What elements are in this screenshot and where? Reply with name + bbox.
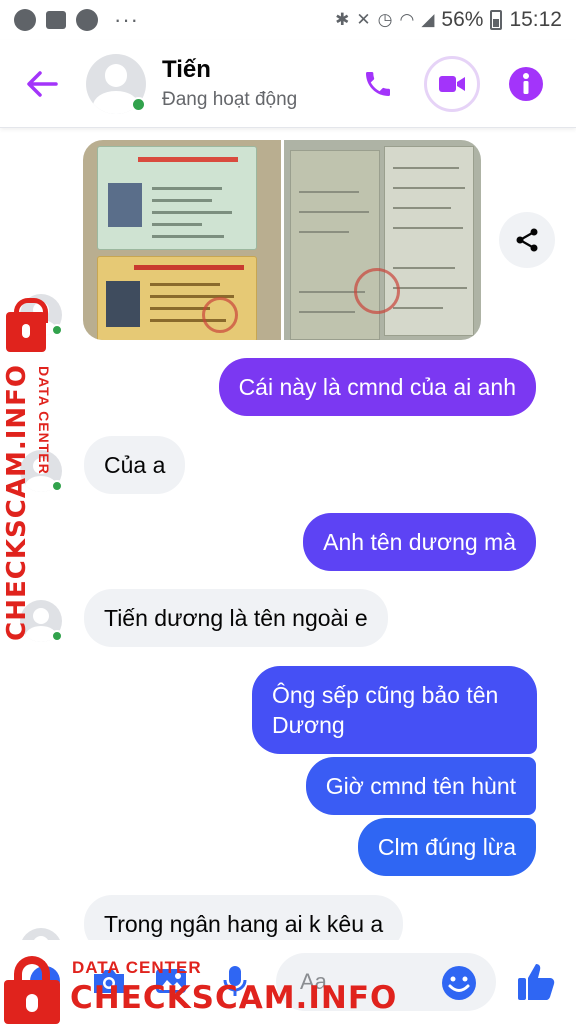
- household-book-right: [384, 146, 474, 336]
- video-camera-icon: [439, 75, 465, 92]
- sender-avatar[interactable]: [20, 928, 62, 940]
- info-button[interactable]: [498, 56, 554, 112]
- battery-percent: 56%: [441, 8, 484, 31]
- photo-household-book[interactable]: [284, 140, 481, 340]
- battery-icon: [490, 10, 503, 30]
- watermark-side: CHECKSCAM.INFO DATA CENTER: [2, 298, 60, 641]
- message-bubble-outgoing[interactable]: Anh tên dương mà: [303, 513, 536, 571]
- message-bubble-outgoing[interactable]: Cái này là cmnd của ai anh: [218, 358, 536, 416]
- share-icon: [516, 228, 538, 252]
- photo-attachment[interactable]: [83, 140, 481, 340]
- more-actions-button[interactable]: [18, 954, 72, 1008]
- account-icon: [14, 9, 36, 31]
- back-button[interactable]: [12, 54, 72, 114]
- alarm-icon: ◷: [377, 10, 393, 29]
- message-bubble-outgoing[interactable]: Ông sếp cũng bảo tên Dương: [252, 666, 537, 754]
- gallery-button[interactable]: [144, 954, 198, 1008]
- image-notification-icon: [46, 11, 66, 29]
- voice-button[interactable]: [208, 954, 262, 1008]
- share-button[interactable]: [499, 212, 555, 268]
- like-button[interactable]: [512, 958, 560, 1006]
- camera-button[interactable]: [82, 954, 136, 1008]
- arrow-left-icon: [27, 70, 58, 97]
- conversation-header: Tiến Đang hoạt động: [0, 40, 576, 128]
- signal-icon: ◢: [421, 10, 435, 29]
- video-call-button[interactable]: [424, 55, 480, 112]
- watermark-side-text: CHECKSCAM.INFO: [2, 364, 32, 641]
- contact-status: Đang hoạt động: [162, 89, 298, 110]
- microphone-icon: [223, 966, 247, 996]
- message-bubble-incoming[interactable]: Trong ngân hang ai k kêu a: [84, 895, 404, 940]
- smiley-icon: [442, 966, 476, 1000]
- message-composer: [0, 940, 576, 1024]
- more-notifications-icon: ···: [114, 7, 139, 32]
- contact-name[interactable]: Tiến: [162, 56, 297, 84]
- bluetooth-icon: ✱: [335, 10, 350, 29]
- image-icon: [156, 969, 186, 993]
- call-button[interactable]: [350, 56, 406, 112]
- message-list[interactable]: Cái này là cmnd của ai anh Của a Anh tên…: [0, 128, 576, 940]
- messenger-notification-icon: [76, 9, 98, 31]
- grid-icon: [30, 966, 60, 996]
- online-indicator: [131, 96, 146, 112]
- clock: 15:12: [509, 8, 562, 31]
- mute-icon: ✕: [356, 10, 371, 29]
- camera-icon: [94, 970, 124, 993]
- message-bubble-outgoing[interactable]: Clm đúng lừa: [357, 818, 536, 876]
- status-bar: ··· ✱ ✕ ◷ ◠ ◢ 56% 15:12: [0, 0, 576, 40]
- id-card-image: [97, 146, 257, 250]
- info-icon: [509, 66, 543, 101]
- message-bubble-outgoing[interactable]: Giờ cmnd tên hùnt: [305, 757, 536, 815]
- contact-avatar[interactable]: [86, 53, 146, 114]
- phone-icon: [366, 71, 390, 96]
- thumbs-up-icon: [518, 964, 555, 1000]
- emoji-button[interactable]: [436, 960, 482, 1006]
- lock-icon: [6, 298, 48, 352]
- driver-license-image: [97, 256, 257, 340]
- online-indicator: [51, 630, 63, 642]
- message-bubble-incoming[interactable]: Tiến dương là tên ngoài e: [84, 589, 388, 647]
- wifi-icon: ◠: [399, 10, 415, 29]
- photo-id-card[interactable]: [83, 140, 281, 340]
- watermark-side-subtext: DATA CENTER: [36, 366, 52, 475]
- message-bubble-incoming[interactable]: Của a: [84, 436, 186, 494]
